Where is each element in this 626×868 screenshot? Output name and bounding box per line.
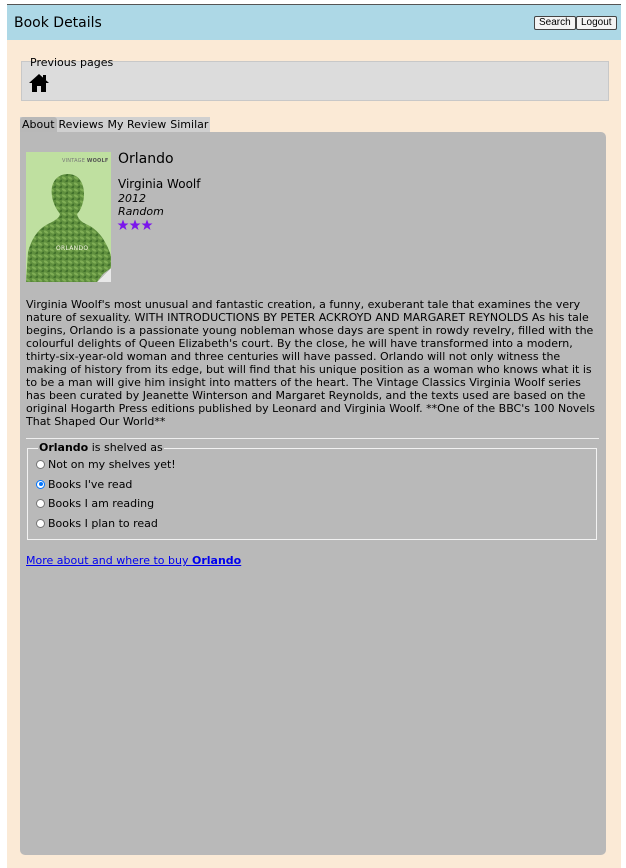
- previous-pages-box: Previous pages: [21, 56, 609, 101]
- radio-button[interactable]: [36, 459, 45, 469]
- book-year: 2012: [118, 192, 146, 205]
- tab-similar[interactable]: Similar: [168, 117, 210, 132]
- search-button[interactable]: Search: [534, 16, 576, 30]
- shelf-option-label: Not on my shelves yet!: [48, 458, 176, 471]
- tab-about[interactable]: About: [20, 117, 57, 132]
- shelf-option-plan-to-read[interactable]: Books I plan to read: [36, 517, 158, 531]
- radio-button[interactable]: [36, 479, 45, 489]
- shelf-option-label: Books I plan to read: [48, 517, 158, 530]
- star-rating: [117, 219, 153, 233]
- cover-publisher-text: VINTAGE WOOLF: [62, 158, 109, 164]
- shelf-option-reading[interactable]: Books I am reading: [36, 497, 154, 511]
- star-icon: [141, 219, 153, 230]
- tab-my-review[interactable]: My Review: [106, 117, 169, 132]
- divider: [26, 438, 599, 439]
- radio-button[interactable]: [36, 518, 45, 528]
- shelf-option-not-on-shelves[interactable]: Not on my shelves yet!: [36, 458, 176, 472]
- star-icon: [117, 219, 129, 230]
- more-about-link[interactable]: More about and where to buy Orlando: [26, 554, 241, 567]
- book-cover[interactable]: VINTAGE WOOLF ORLANDO: [26, 152, 111, 282]
- book-author: Virginia Woolf: [118, 177, 201, 191]
- tab-reviews[interactable]: Reviews: [57, 117, 106, 132]
- shelf-option-read[interactable]: Books I've read: [36, 478, 132, 492]
- radio-button[interactable]: [36, 498, 45, 508]
- star-icon: [129, 219, 141, 230]
- header-bar: Book Details Search Logout: [7, 5, 621, 40]
- about-panel: VINTAGE WOOLF ORLANDO Orlando Virginia W…: [20, 132, 606, 855]
- book-title: Orlando: [118, 151, 174, 167]
- book-publisher: Random: [118, 205, 164, 218]
- shelf-legend: Orlando is shelved as: [38, 441, 164, 454]
- previous-pages-label: Previous pages: [30, 56, 114, 69]
- shelf-option-label: Books I've read: [48, 478, 133, 491]
- cover-title-text: ORLANDO: [56, 245, 89, 252]
- logout-button[interactable]: Logout: [576, 16, 617, 30]
- page-title: Book Details: [14, 15, 102, 31]
- tab-bar: About Reviews My Review Similar: [20, 117, 211, 132]
- home-icon[interactable]: [28, 73, 50, 93]
- book-description: Virginia Woolf's most unusual and fantas…: [26, 298, 595, 428]
- shelf-fieldset: Orlando is shelved as Not on my shelves …: [27, 441, 597, 540]
- shelf-option-label: Books I am reading: [48, 497, 155, 510]
- app-frame: Book Details Search Logout Previous page…: [7, 4, 621, 868]
